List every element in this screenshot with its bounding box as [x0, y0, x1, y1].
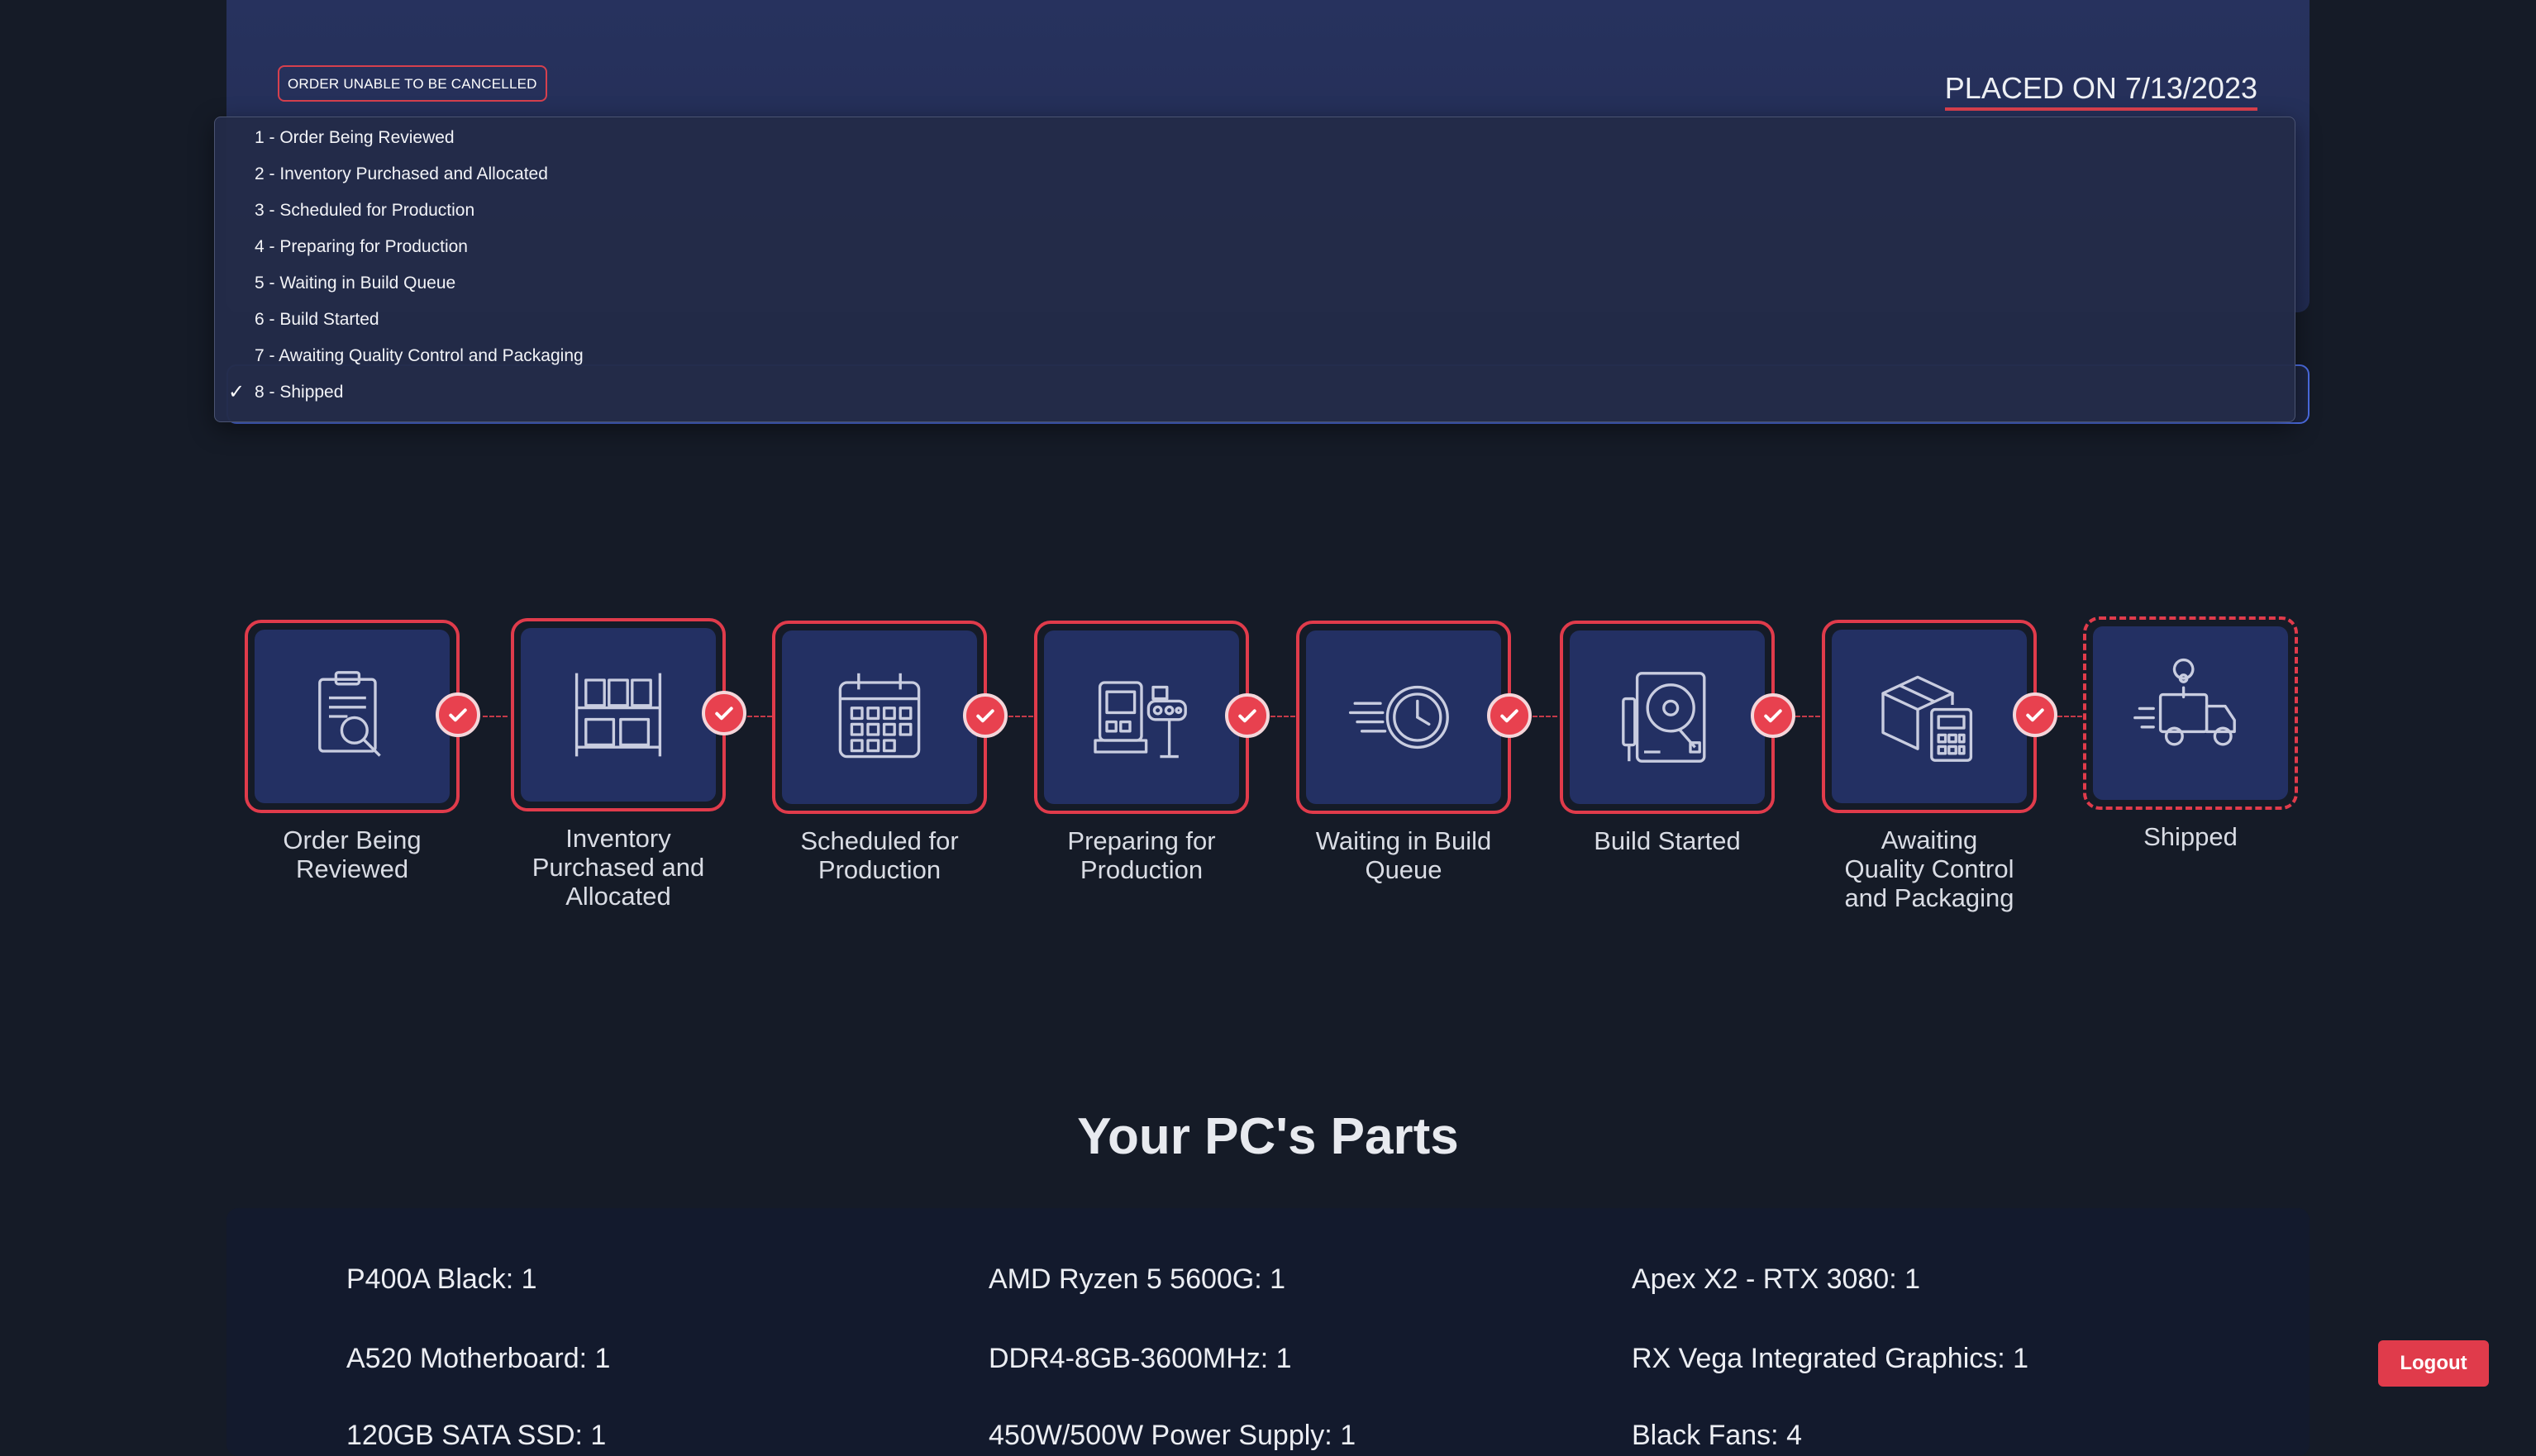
part-item: DDR4-8GB-3600MHz: 1 — [989, 1343, 1292, 1374]
parts-card — [226, 1208, 2310, 1456]
part-item: RX Vega Integrated Graphics: 1 — [1632, 1343, 2029, 1374]
step-complete-check-icon — [1487, 693, 1532, 738]
step-label: Inventory Purchased and Allocated — [532, 824, 705, 911]
step-preparing-for-production — [1034, 621, 1249, 814]
part-item: 120GB SATA SSD: 1 — [346, 1420, 607, 1451]
hard-drive-icon — [1622, 672, 1706, 763]
fast-clock-icon — [1348, 685, 1449, 749]
delivery-truck-icon — [2133, 658, 2236, 746]
step-label: Preparing for Production — [1067, 826, 1216, 884]
step-inventory-purchased — [511, 618, 726, 811]
step-connector — [747, 716, 772, 717]
step-connector — [1533, 716, 1557, 717]
machine-icon — [1094, 681, 1187, 759]
dropdown-option[interactable]: 7 - Awaiting Quality Control and Packagi… — [255, 346, 584, 366]
dropdown-option[interactable]: 6 - Build Started — [255, 310, 379, 330]
box-calculator-icon — [1881, 675, 1973, 762]
step-waiting-in-build-queue — [1296, 621, 1511, 814]
step-label: Order Being Reviewed — [283, 826, 422, 883]
step-scheduled-for-production — [772, 621, 987, 814]
part-item: A520 Motherboard: 1 — [346, 1343, 611, 1374]
part-item: AMD Ryzen 5 5600G: 1 — [989, 1263, 1286, 1295]
step-label: Awaiting Quality Control and Packaging — [1844, 826, 2014, 912]
step-label: Waiting in Build Queue — [1315, 826, 1492, 884]
step-awaiting-quality-control — [1822, 620, 2037, 813]
step-complete-check-icon — [963, 693, 1008, 738]
step-connector — [1795, 716, 1820, 717]
step-label: Build Started — [1594, 826, 1741, 855]
parts-title: Your PC's Parts — [1077, 1108, 1459, 1165]
step-shipped — [2083, 616, 2298, 810]
step-complete-check-icon — [2013, 692, 2057, 737]
step-complete-check-icon — [1225, 693, 1270, 738]
part-item: Black Fans: 4 — [1632, 1420, 1802, 1451]
step-complete-check-icon — [702, 691, 746, 735]
part-item: P400A Black: 1 — [346, 1263, 537, 1295]
selected-check-icon: ✓ — [228, 381, 245, 403]
step-connector — [2057, 716, 2082, 717]
dropdown-option[interactable]: 3 - Scheduled for Production — [255, 201, 474, 221]
warehouse-shelf-icon — [574, 673, 662, 757]
part-item: 450W/500W Power Supply: 1 — [989, 1420, 1356, 1451]
step-connector — [1270, 716, 1295, 717]
logout-button[interactable]: Logout — [2378, 1340, 2489, 1387]
step-connector — [1008, 716, 1033, 717]
step-build-started — [1560, 621, 1775, 814]
step-label: Scheduled for Production — [800, 826, 959, 884]
step-complete-check-icon — [1751, 693, 1795, 738]
status-dropdown-menu[interactable]: 1 - Order Being Reviewed 2 - Inventory P… — [214, 117, 2295, 422]
dropdown-option[interactable]: 2 - Inventory Purchased and Allocated — [255, 164, 548, 184]
cancel-status-badge: ORDER UNABLE TO BE CANCELLED — [278, 65, 547, 102]
dropdown-option[interactable]: 1 - Order Being Reviewed — [255, 128, 455, 148]
dropdown-option-selected[interactable]: 8 - Shipped — [255, 383, 343, 402]
placed-on-date: PLACED ON 7/13/2023 — [1944, 71, 2257, 111]
calendar-icon — [838, 673, 921, 759]
step-label: Shipped — [2143, 822, 2238, 851]
step-complete-check-icon — [436, 692, 480, 737]
step-connector — [483, 716, 508, 717]
part-item: Apex X2 - RTX 3080: 1 — [1632, 1263, 1921, 1295]
step-order-being-reviewed — [245, 620, 460, 813]
dropdown-option[interactable]: 4 - Preparing for Production — [255, 237, 468, 257]
dropdown-option[interactable]: 5 - Waiting in Build Queue — [255, 274, 455, 293]
clipboard-search-icon — [318, 671, 381, 757]
